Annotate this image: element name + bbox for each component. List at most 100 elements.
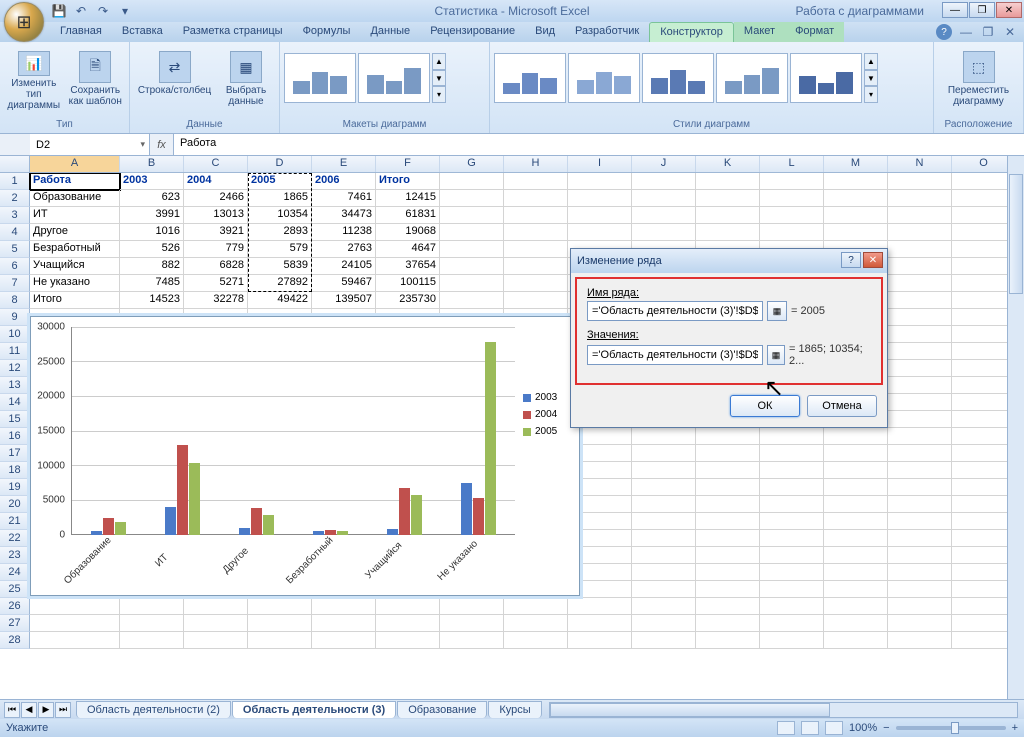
tab-design[interactable]: Конструктор <box>649 22 734 42</box>
cell[interactable] <box>696 547 760 564</box>
cell[interactable] <box>888 292 952 309</box>
cell[interactable]: 2004 <box>184 173 248 190</box>
collapse-range-icon[interactable]: ▦ <box>767 345 785 365</box>
cell[interactable] <box>696 462 760 479</box>
cell[interactable]: 37654 <box>376 258 440 275</box>
doc-close-button[interactable]: ✕ <box>1002 24 1018 40</box>
cell[interactable]: 7485 <box>120 275 184 292</box>
cell[interactable]: 2006 <box>312 173 376 190</box>
cell[interactable] <box>888 547 952 564</box>
cell[interactable] <box>568 224 632 241</box>
cell[interactable] <box>760 581 824 598</box>
zoom-in-button[interactable]: + <box>1012 722 1018 734</box>
row-header[interactable]: 11 <box>0 343 30 360</box>
gal-down-icon[interactable]: ▼ <box>432 70 446 87</box>
cell[interactable] <box>696 564 760 581</box>
cell[interactable] <box>888 598 952 615</box>
change-chart-type-button[interactable]: 📊Изменить тип диаграммы <box>4 46 64 114</box>
cell[interactable] <box>632 428 696 445</box>
style-item[interactable] <box>716 53 788 103</box>
cell[interactable]: 579 <box>248 241 312 258</box>
qat-dropdown-icon[interactable]: ▾ <box>116 2 134 20</box>
row-header[interactable]: 23 <box>0 547 30 564</box>
undo-icon[interactable]: ↶ <box>72 2 90 20</box>
cell[interactable]: 49422 <box>248 292 312 309</box>
cell[interactable] <box>760 496 824 513</box>
cell[interactable]: 32278 <box>184 292 248 309</box>
row-header[interactable]: 18 <box>0 462 30 479</box>
move-chart-button[interactable]: ⬚Переместить диаграмму <box>938 46 1019 114</box>
row-header[interactable]: 12 <box>0 360 30 377</box>
restore-button[interactable]: ❐ <box>969 2 995 18</box>
cell[interactable] <box>440 615 504 632</box>
cell[interactable]: 3991 <box>120 207 184 224</box>
tab-chart-layout[interactable]: Макет <box>734 22 785 42</box>
cell[interactable] <box>760 598 824 615</box>
cell[interactable] <box>824 173 888 190</box>
tab-data[interactable]: Данные <box>360 22 420 42</box>
tab-nav-last-icon[interactable]: ⏭ <box>55 702 71 718</box>
cell[interactable] <box>504 173 568 190</box>
cell[interactable]: ИТ <box>30 207 120 224</box>
cell[interactable] <box>824 513 888 530</box>
cell[interactable]: 4647 <box>376 241 440 258</box>
cell[interactable] <box>696 581 760 598</box>
cell[interactable]: Другое <box>30 224 120 241</box>
chart-bar[interactable] <box>485 342 496 535</box>
doc-minimize-button[interactable]: — <box>958 24 974 40</box>
cell[interactable] <box>696 496 760 513</box>
cell[interactable] <box>888 564 952 581</box>
cell[interactable]: Итого <box>376 173 440 190</box>
switch-row-col-button[interactable]: ⇄Строка/столбец <box>134 46 215 114</box>
col-header[interactable]: L <box>760 156 824 172</box>
formula-input[interactable]: Работа <box>174 134 1024 155</box>
cell[interactable]: 139507 <box>312 292 376 309</box>
collapse-range-icon[interactable]: ▦ <box>767 301 787 321</box>
cell[interactable] <box>120 632 184 649</box>
save-template-button[interactable]: 🗎Сохранить как шаблон <box>66 46 126 114</box>
cell[interactable]: 59467 <box>312 275 376 292</box>
sheet-tab[interactable]: Область деятельности (2) <box>76 701 231 718</box>
row-header[interactable]: 6 <box>0 258 30 275</box>
cell[interactable] <box>824 530 888 547</box>
minimize-button[interactable]: — <box>942 2 968 18</box>
row-header[interactable]: 8 <box>0 292 30 309</box>
cell[interactable] <box>760 479 824 496</box>
chart-bar[interactable] <box>239 528 250 535</box>
cell[interactable] <box>504 241 568 258</box>
col-header[interactable]: A <box>30 156 120 172</box>
tab-insert[interactable]: Вставка <box>112 22 173 42</box>
cell[interactable] <box>504 632 568 649</box>
cell[interactable] <box>760 224 824 241</box>
col-header[interactable]: C <box>184 156 248 172</box>
cell[interactable] <box>888 632 952 649</box>
cell[interactable] <box>440 241 504 258</box>
col-header[interactable]: I <box>568 156 632 172</box>
cell[interactable] <box>504 190 568 207</box>
cell[interactable]: 61831 <box>376 207 440 224</box>
cell[interactable] <box>696 173 760 190</box>
cell[interactable]: 100115 <box>376 275 440 292</box>
row-header[interactable]: 13 <box>0 377 30 394</box>
col-header[interactable]: D <box>248 156 312 172</box>
chart-plot-area[interactable]: 050001000015000200002500030000 Образован… <box>31 317 519 595</box>
cell[interactable] <box>632 190 696 207</box>
sheet-tab[interactable]: Область деятельности (3) <box>232 701 396 718</box>
cell[interactable] <box>760 632 824 649</box>
zoom-out-button[interactable]: − <box>883 722 889 734</box>
cell[interactable] <box>888 224 952 241</box>
tab-nav-next-icon[interactable]: ▶ <box>38 702 54 718</box>
cell[interactable] <box>888 428 952 445</box>
cell[interactable] <box>888 462 952 479</box>
cell[interactable]: 623 <box>120 190 184 207</box>
tab-format[interactable]: Формат <box>785 22 844 42</box>
gal-down-icon[interactable]: ▼ <box>864 70 878 87</box>
cell[interactable] <box>888 445 952 462</box>
cell[interactable]: 1016 <box>120 224 184 241</box>
cell[interactable] <box>632 598 696 615</box>
cell[interactable] <box>312 632 376 649</box>
cell[interactable] <box>696 428 760 445</box>
cell[interactable] <box>696 530 760 547</box>
chart-bar[interactable] <box>263 515 274 535</box>
cell[interactable] <box>760 445 824 462</box>
